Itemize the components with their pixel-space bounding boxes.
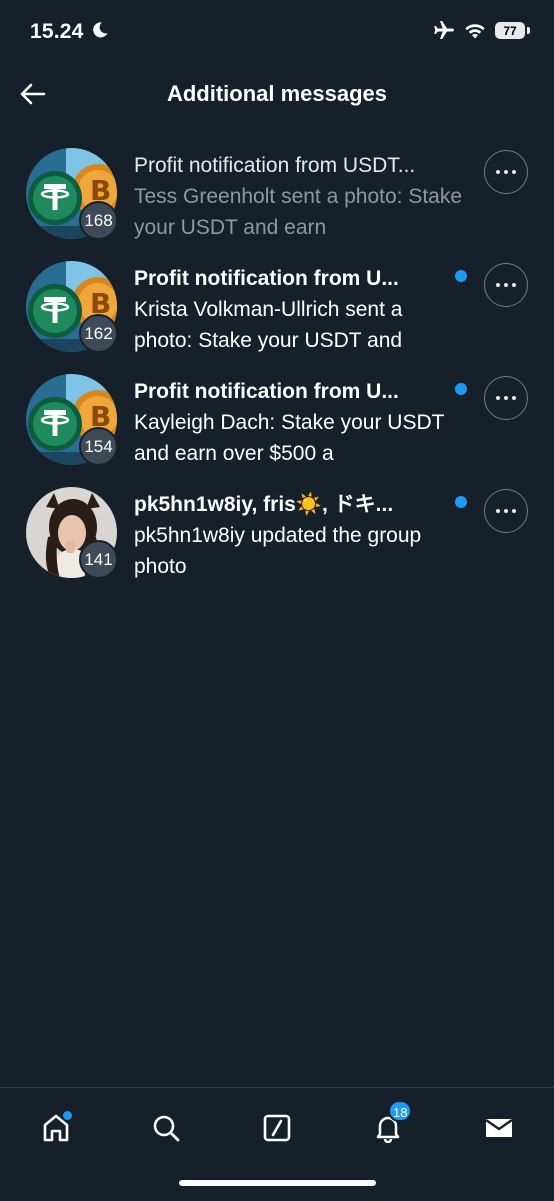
conversation-item[interactable]: B 162 Profit notification from U... Kris… <box>0 248 554 361</box>
nav-messages[interactable] <box>477 1106 521 1150</box>
conversation-text: Profit notification from U... Kayleigh D… <box>134 376 464 469</box>
moon-icon <box>93 22 108 38</box>
conversation-text: Profit notification from USDT... Tess Gr… <box>134 150 464 243</box>
more-options-button[interactable] <box>484 376 528 420</box>
header: Additional messages <box>0 66 554 122</box>
notifications-badge: 18 <box>388 1100 413 1122</box>
conversation-preview: Krista Volkman-Ullrich sent a photo: Sta… <box>134 298 403 352</box>
search-icon <box>153 1115 180 1142</box>
page-title: Additional messages <box>166 81 388 106</box>
conversation-text: Profit notification from U... Krista Vol… <box>134 263 464 356</box>
member-count-badge: 154 <box>79 427 118 466</box>
status-time: 15.24 <box>30 20 84 43</box>
more-options-button[interactable] <box>484 489 528 533</box>
conversation-item[interactable]: 141 pk5hn1w8iy, fris☀️, ドキ... pk5hn1w8iy… <box>0 474 554 587</box>
battery-level: 77 <box>503 23 517 38</box>
conversation-item[interactable]: B 168 Profit notification from USDT... T… <box>0 135 554 248</box>
wifi-icon <box>465 23 485 38</box>
conversation-title: Profit notification from U... <box>134 267 399 290</box>
more-horizontal-icon <box>496 283 516 287</box>
nav-home[interactable] <box>34 1106 78 1150</box>
conversation-title: pk5hn1w8iy, fris☀️, ドキ... <box>134 493 394 516</box>
member-count-badge: 168 <box>79 201 118 240</box>
more-horizontal-icon <box>496 396 516 400</box>
conversation-title: Profit notification from U... <box>134 380 399 403</box>
battery-icon: 77 <box>495 21 525 39</box>
unread-indicator <box>455 383 467 395</box>
mail-icon <box>485 1119 513 1137</box>
conversation-preview: Kayleigh Dach: Stake your USDT and earn … <box>134 411 445 465</box>
member-count-badge: 162 <box>79 314 118 353</box>
more-options-button[interactable] <box>484 263 528 307</box>
nav-search[interactable] <box>144 1106 188 1150</box>
unread-indicator <box>455 270 467 282</box>
conversation-title: Profit notification from USDT... <box>134 154 416 177</box>
more-horizontal-icon <box>496 170 516 174</box>
nav-grok[interactable] <box>255 1106 299 1150</box>
status-bar: 15.24 77 <box>0 0 554 66</box>
conversation-item[interactable]: B 154 Profit notification from U... Kayl… <box>0 361 554 474</box>
airplane-icon <box>434 21 454 39</box>
more-horizontal-icon <box>496 509 516 513</box>
unread-indicator <box>455 496 467 508</box>
conversation-text: pk5hn1w8iy, fris☀️, ドキ... pk5hn1w8iy upd… <box>134 489 464 582</box>
home-indicator <box>179 1180 376 1186</box>
member-count-badge: 141 <box>79 540 118 579</box>
nav-notifications[interactable]: 18 <box>366 1100 413 1150</box>
conversation-preview: Tess Greenholt sent a photo: Stake your … <box>134 185 463 239</box>
grok-icon <box>263 1114 291 1142</box>
conversation-preview: pk5hn1w8iy updated the group photo <box>134 524 422 578</box>
more-options-button[interactable] <box>484 150 528 194</box>
conversation-list: B 168 Profit notification from USDT... T… <box>0 135 554 587</box>
home-unread-dot <box>62 1110 73 1121</box>
